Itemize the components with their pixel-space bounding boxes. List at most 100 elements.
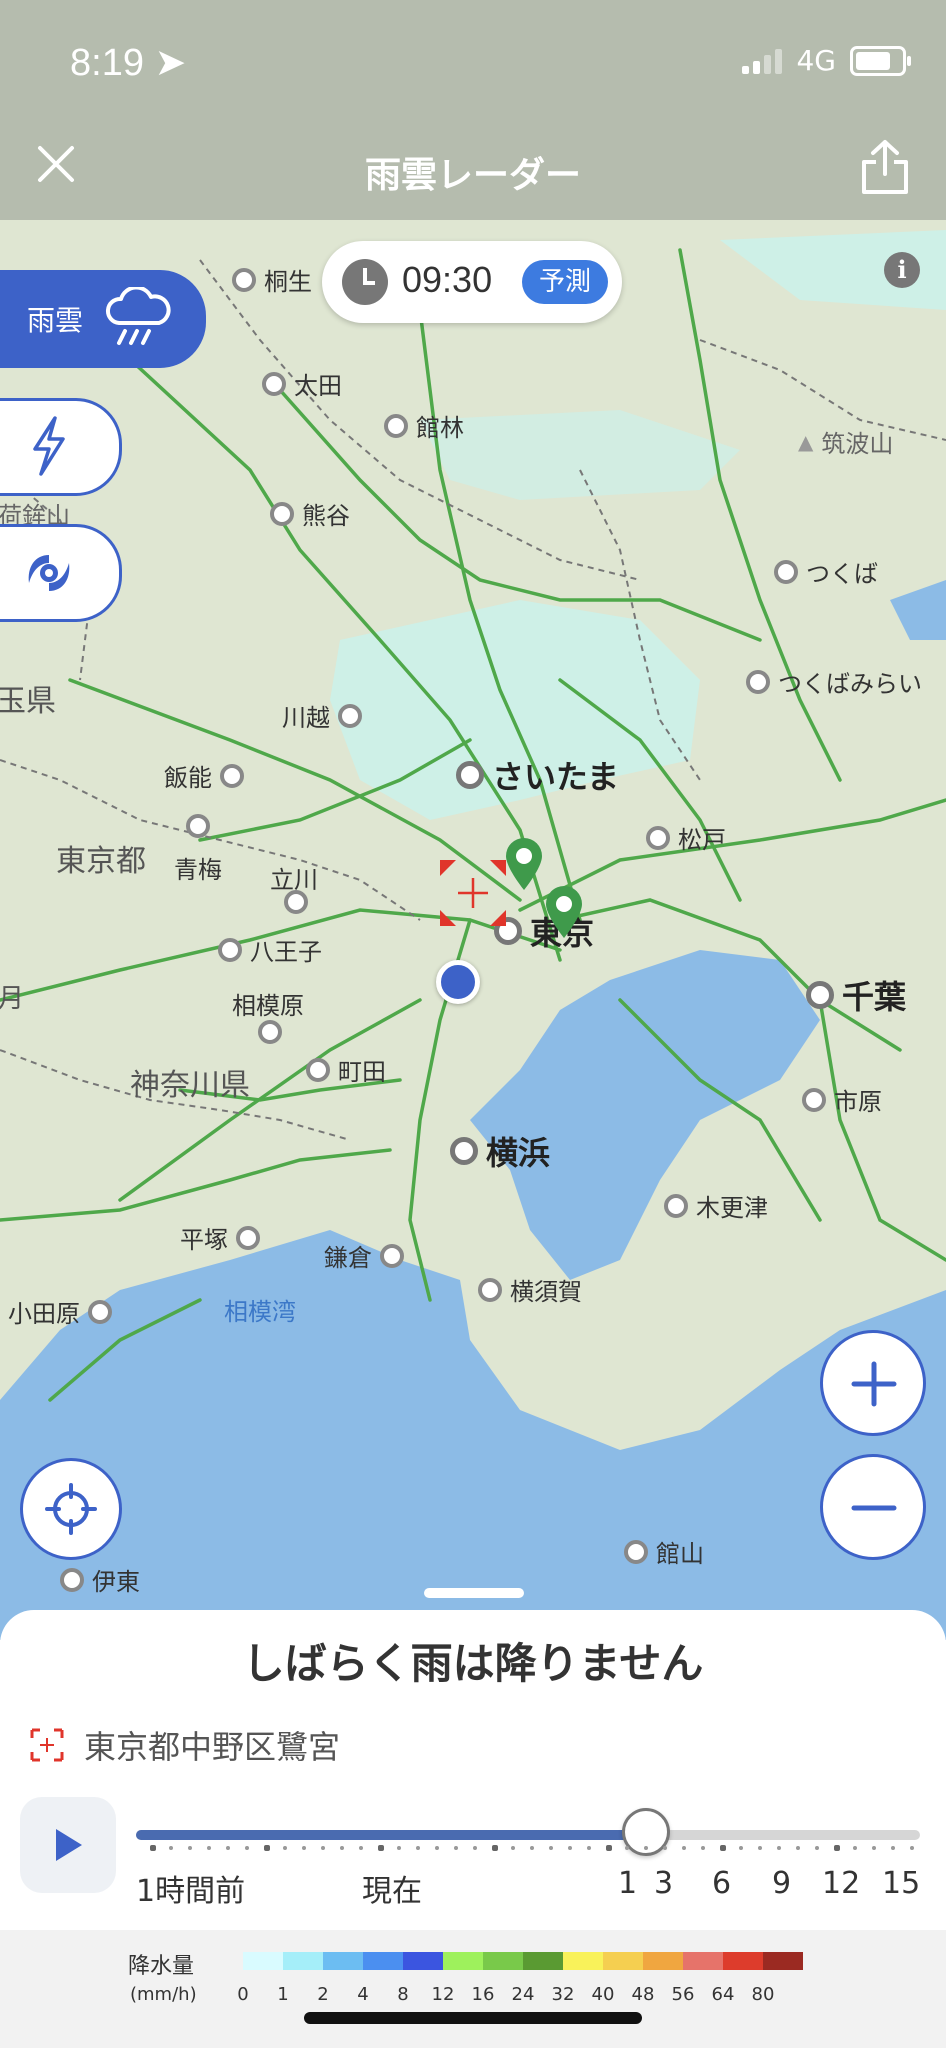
timeline-tick — [188, 1846, 192, 1850]
place-ome — [186, 814, 210, 838]
precipitation-legend: 降水量 (mm/h) 0 1 2 4 8 12 16 24 32 40 48 56 64 80 — [0, 1930, 946, 2048]
info-icon[interactable]: i — [884, 252, 920, 288]
map-pin-icon[interactable] — [502, 836, 546, 892]
place-saitama: さいたま — [456, 752, 619, 798]
place-marker — [384, 413, 408, 438]
legend-swatch — [723, 1952, 763, 1970]
legend-value: 0 — [237, 1984, 249, 2005]
timeline-tick — [511, 1846, 515, 1850]
play-button[interactable] — [20, 1797, 116, 1893]
share-icon[interactable] — [860, 138, 910, 196]
scale-label: 1時間前 — [136, 1874, 246, 1909]
timeline-tick — [283, 1846, 287, 1850]
place-marker — [262, 371, 286, 396]
place-tsukubasan: ▲ 筑波山 — [798, 424, 893, 459]
place-marker — [646, 825, 670, 850]
place-marker — [746, 669, 770, 694]
timeline-tick — [872, 1846, 876, 1850]
legend-swatch — [683, 1952, 723, 1970]
place-marker — [456, 761, 484, 789]
mountain-icon: ▲ — [798, 429, 814, 454]
location-arrow-icon: ➤ — [154, 42, 187, 84]
place-ito: 伊東 — [60, 1562, 140, 1597]
timeline-tick — [796, 1846, 800, 1850]
place-hiratsuka: 平塚 — [180, 1220, 260, 1255]
place-yokohama: 横浜 — [450, 1128, 550, 1174]
radar-map[interactable]: 桐生 太田 館林 熊谷 つくば つくばみらい 川越 さいたま 飯能 松戸 青梅 … — [0, 220, 946, 1640]
timeline-tick — [587, 1846, 591, 1850]
timeline-tick — [606, 1845, 612, 1851]
place-label: 川越 — [282, 704, 330, 732]
network-type: 4G — [796, 44, 836, 77]
place-marker — [664, 1193, 688, 1218]
timeline-tick — [321, 1846, 325, 1850]
location-target-icon — [30, 1728, 64, 1762]
place-label: 横須賀 — [510, 1278, 582, 1306]
place-kisarazu: 木更津 — [664, 1188, 768, 1223]
place-label: 小田原 — [8, 1300, 80, 1328]
forecast-headline: しばらく雨は降りません — [242, 1639, 704, 1688]
legend-value: 24 — [511, 1984, 535, 2005]
clock-time: 8:19 — [70, 42, 144, 84]
place-label: 千葉 — [842, 978, 907, 1016]
place-label: 太田 — [294, 372, 342, 400]
location-row: 東京都中野区鷺宮 — [30, 1722, 340, 1768]
legend-value: 2 — [317, 1984, 329, 2005]
sheet-drag-handle[interactable] — [424, 1588, 524, 1598]
timeline-tick — [416, 1846, 420, 1850]
place-marker — [306, 1057, 330, 1082]
place-label: つくばみらい — [778, 670, 922, 698]
map-pin-icon[interactable] — [542, 884, 586, 940]
place-marker — [478, 1277, 502, 1302]
layer-typhoon-button[interactable] — [0, 524, 122, 622]
timeline-tick — [435, 1846, 439, 1850]
legend-value: 80 — [751, 1984, 775, 2005]
home-indicator — [304, 2012, 642, 2024]
place-marker — [186, 814, 210, 838]
place-marker — [236, 1225, 260, 1250]
layer-rain-label: 雨雲 — [27, 304, 84, 337]
legend-value: 64 — [711, 1984, 735, 2005]
legend-swatch — [283, 1952, 323, 1970]
place-tsukuba: つくば — [774, 554, 878, 589]
place-label: 相模原 — [232, 992, 304, 1020]
scale-label: 15 — [882, 1866, 921, 1901]
timeline-slider[interactable] — [136, 1830, 920, 1840]
place-kamakura: 鎌倉 — [324, 1238, 404, 1273]
timeline-tick — [530, 1846, 534, 1850]
locate-me-button[interactable] — [20, 1458, 122, 1560]
timeline-tick — [891, 1846, 895, 1850]
scale-label: 1 — [618, 1866, 638, 1901]
minus-icon — [851, 1505, 897, 1511]
legend-swatch — [763, 1952, 803, 1970]
place-label: 横浜 — [486, 1134, 551, 1172]
layer-rain-button[interactable]: 雨雲 — [0, 270, 206, 368]
timeline-tick — [378, 1845, 384, 1851]
place-label: 青梅 — [174, 856, 222, 884]
place-marker — [450, 1137, 478, 1165]
timeline-tick — [169, 1846, 173, 1850]
place-label: 館林 — [416, 414, 464, 442]
timeline-tick — [815, 1846, 819, 1850]
app-header: 8:19 ➤ 4G 雨雲レーダー — [0, 0, 946, 220]
place-tatebayashi: 館林 — [384, 408, 464, 443]
timeline-tick — [150, 1845, 156, 1851]
timeline-tick — [910, 1846, 914, 1850]
zoom-in-button[interactable] — [820, 1330, 926, 1436]
place-matsudo: 松戸 — [646, 820, 726, 855]
timeline-tick — [834, 1845, 840, 1851]
scale-label: 9 — [772, 1866, 792, 1901]
place-machida: 町田 — [306, 1052, 386, 1087]
place-marker — [802, 1087, 826, 1112]
rain-cloud-icon — [106, 287, 171, 345]
zoom-out-button[interactable] — [820, 1454, 926, 1560]
legend-value: 32 — [551, 1984, 575, 2005]
place-marker — [218, 937, 242, 962]
forecast-time-pill[interactable]: 09:30 予測 — [322, 241, 622, 323]
place-marker — [624, 1539, 648, 1564]
legend-value: 40 — [591, 1984, 615, 2005]
layer-lightning-button[interactable] — [0, 398, 122, 496]
legend-swatches — [243, 1952, 803, 1970]
lightning-icon — [33, 416, 65, 476]
timeline-tick — [682, 1846, 686, 1850]
